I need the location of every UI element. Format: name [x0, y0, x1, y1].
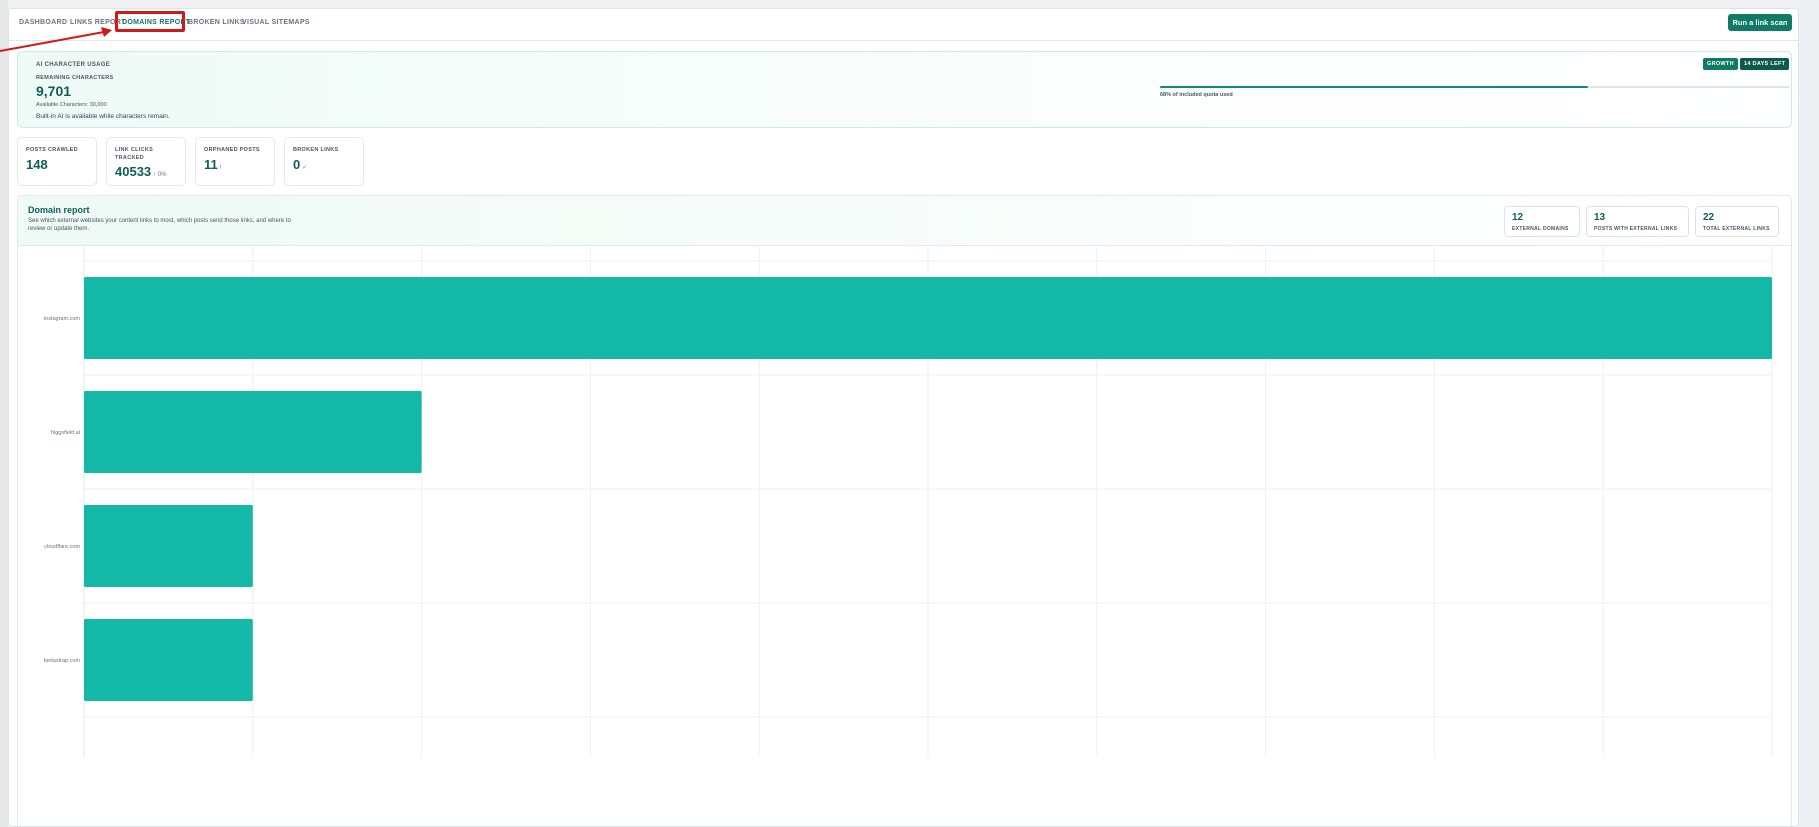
- check-icon: ✓: [302, 165, 308, 171]
- annotation-arrow: [0, 27, 112, 52]
- stat-value: 148: [26, 157, 48, 172]
- chart-category-label: cloudflare.com: [44, 544, 80, 550]
- metric-value: 13: [1594, 212, 1606, 223]
- stat-card-broken-links: BROKEN LINKS 0 ✓: [284, 137, 364, 186]
- chart-bar[interactable]: [84, 391, 422, 473]
- metric-label: POSTS WITH EXTERNAL LINKS: [1594, 226, 1678, 232]
- ai-usage-panel: AI CHARACTER USAGE REMAINING CHARACTERS …: [17, 51, 1792, 128]
- chart-bar[interactable]: [84, 277, 1772, 359]
- quota-progress-bar: [1160, 86, 1790, 88]
- chart-category-label: higgsfield.ai: [51, 430, 80, 436]
- metric-posts-with-external-links: 13 POSTS WITH EXTERNAL LINKS: [1586, 206, 1689, 237]
- top-nav: DASHBOARD LINKS REPORT DOMAINS REPORT BR…: [9, 9, 1798, 41]
- page-scrollbar[interactable]: [1800, 0, 1819, 827]
- plugin-page: DASHBOARD LINKS REPORT DOMAINS REPORT BR…: [8, 8, 1799, 827]
- chart-category-label: instagram.com: [44, 316, 80, 322]
- chart-category-label: fantastrap.com: [44, 658, 81, 664]
- domain-report-title: Domain report: [28, 205, 90, 215]
- stat-value: 0 ✓: [293, 157, 308, 172]
- metric-label: EXTERNAL DOMAINS: [1512, 226, 1569, 232]
- domain-report-panel: Domain report See which external website…: [17, 195, 1792, 826]
- stat-value: 11!: [204, 157, 222, 172]
- warning-icon: !: [219, 165, 222, 171]
- tab-visual-sitemaps[interactable]: VISUAL SITEMAPS: [242, 19, 310, 26]
- stat-label: LINK CLICKS TRACKED: [115, 147, 154, 161]
- stat-card-orphaned-posts: ORPHANED POSTS 11!: [195, 137, 275, 186]
- chart-bar[interactable]: [84, 619, 253, 701]
- domain-bar-chart: instagram.com higgsfield.ai cloudflare.com…: [44, 247, 1773, 757]
- domain-report-header: Domain report See which external website…: [18, 196, 1791, 246]
- metric-external-domains: 12 EXTERNAL DOMAINS: [1504, 206, 1580, 237]
- run-link-scan-button[interactable]: Run a link scan: [1728, 14, 1792, 31]
- quota-progress-fill: [1160, 86, 1589, 88]
- quota-used-text: 68% of included quota used: [1160, 92, 1233, 98]
- stat-value: 40533 ↑ 0%: [115, 164, 167, 179]
- stat-label: BROKEN LINKS: [293, 147, 339, 153]
- plan-badge: GROWTH: [1703, 58, 1738, 70]
- stat-card-link-clicks: LINK CLICKS TRACKED 40533 ↑ 0%: [106, 137, 186, 186]
- available-characters-text: Available Characters: 30,000: [36, 102, 107, 108]
- domain-report-description: See which external websites your content…: [28, 218, 291, 232]
- chart-bar[interactable]: [84, 505, 253, 587]
- ai-availability-note: Built-in AI is available while character…: [36, 113, 170, 120]
- metric-value: 12: [1512, 212, 1524, 223]
- stat-card-posts-crawled: POSTS CRAWLED 148: [17, 137, 97, 186]
- metric-value: 22: [1703, 212, 1715, 223]
- ai-usage-label: AI CHARACTER USAGE: [36, 62, 111, 68]
- tab-broken-links[interactable]: BROKEN LINKS: [188, 19, 245, 26]
- remaining-characters-label: REMAINING CHARACTERS: [36, 75, 114, 81]
- stat-label: ORPHANED POSTS: [204, 147, 260, 153]
- days-left-badge: 14 DAYS LEFT: [1740, 58, 1790, 70]
- stat-label: POSTS CRAWLED: [26, 147, 78, 153]
- window-left-edge: [0, 0, 8, 827]
- trend-indicator: ↑ 0%: [153, 172, 167, 178]
- remaining-characters-value: 9,701: [36, 83, 72, 99]
- metric-label: TOTAL EXTERNAL LINKS: [1703, 226, 1770, 232]
- metric-total-external-links: 22 TOTAL EXTERNAL LINKS: [1695, 206, 1779, 237]
